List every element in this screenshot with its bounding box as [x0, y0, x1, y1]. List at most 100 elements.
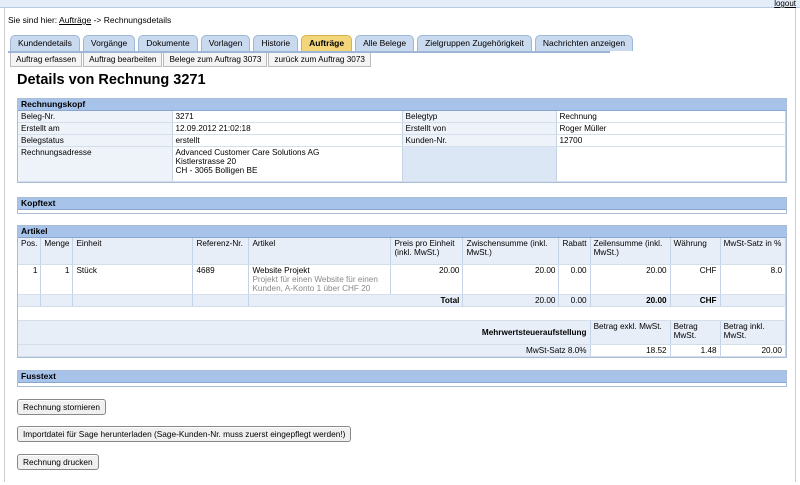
- empty-cell: [720, 294, 787, 307]
- cell-artikel: Website Projekt Projekt für einen Websit…: [248, 264, 392, 295]
- mwst-row-label: MwSt-Satz 8.0%: [18, 344, 591, 357]
- table-row: Rechnungsadresse Advanced Customer Care …: [18, 146, 786, 182]
- rechnung-drucken-button[interactable]: Rechnung drucken: [17, 454, 99, 470]
- cell-zeilensumme: 20.00: [590, 264, 671, 295]
- tab-auftraege[interactable]: Aufträge: [301, 35, 353, 51]
- subtab-auftrag-erfassen[interactable]: Auftrag erfassen: [10, 53, 83, 67]
- page-title: Details von Rechnung 3271: [17, 72, 206, 88]
- table-row: Beleg-Nr. 3271 Belegtyp Rechnung: [18, 111, 786, 123]
- table-row: 1 1 Stück 4689 Website Projekt Projekt f…: [18, 264, 787, 295]
- total-zwischensumme: 20.00: [462, 294, 560, 307]
- artikel-header: Artikel: [18, 226, 786, 238]
- table-row: Erstellt am 12.09.2012 21:02:18 Erstellt…: [18, 122, 786, 135]
- total-label: Total: [248, 294, 464, 307]
- artikel-beschreibung: Projekt für einen Website für einen Kund…: [252, 275, 378, 293]
- empty-cell: [402, 146, 557, 182]
- tab-vorgaenge[interactable]: Vorgänge: [82, 35, 136, 51]
- beleg-nr-label: Beleg-Nr.: [18, 111, 173, 123]
- rechnungskopf-header: Rechnungskopf: [18, 99, 786, 111]
- breadcrumb-prefix: Sie sind hier:: [8, 15, 58, 25]
- empty-cell: [192, 294, 250, 307]
- mwst-col-inkl: Betrag inkl. MwSt.: [720, 320, 787, 345]
- erstellt-am-label: Erstellt am: [18, 122, 173, 135]
- rechnungsadresse-value: Advanced Customer Care Solutions AG Kist…: [172, 146, 403, 182]
- artikel-section: Artikel Pos. Menge Einheit Referenz-Nr. …: [17, 225, 787, 358]
- rechnungskopf-section: Rechnungskopf Beleg-Nr. 3271 Belegtyp Re…: [17, 98, 787, 183]
- empty-cell: [556, 146, 786, 182]
- breadcrumb-separator: ->: [93, 15, 102, 25]
- artikel-name: Website Projekt: [252, 266, 310, 275]
- empty-cell: [18, 294, 42, 307]
- belegstatus-value: erstellt: [172, 134, 403, 147]
- col-rabatt: Rabatt: [558, 238, 591, 265]
- rechnungskopf-table: Beleg-Nr. 3271 Belegtyp Rechnung Erstell…: [18, 111, 786, 182]
- col-waehrung: Währung: [670, 238, 721, 265]
- empty-cell: [40, 294, 74, 307]
- cell-rabatt: 0.00: [558, 264, 591, 295]
- mwst-exkl: 18.52: [590, 344, 671, 357]
- cell-einheit: Stück: [72, 264, 194, 295]
- tab-zielgruppen[interactable]: Zielgruppen Zugehörigkeit: [417, 35, 532, 51]
- empty-cell: [72, 294, 194, 307]
- adresse-line-1: Advanced Customer Care Solutions AG: [175, 148, 320, 157]
- top-strip: [0, 0, 800, 8]
- cell-preis: 20.00: [390, 264, 464, 295]
- spacer-row: [18, 306, 786, 321]
- subtab-belege-zum-auftrag[interactable]: Belege zum Auftrag 3073: [163, 53, 268, 67]
- tab-historie[interactable]: Historie: [253, 35, 299, 51]
- kunden-nr-label: Kunden-Nr.: [402, 134, 557, 147]
- belegtyp-value: Rechnung: [556, 111, 786, 123]
- logout-link[interactable]: logout: [774, 0, 796, 8]
- belegtyp-label: Belegtyp: [402, 111, 557, 123]
- subtab-auftrag-bearbeiten[interactable]: Auftrag bearbeiten: [83, 53, 163, 67]
- erstellt-von-label: Erstellt von: [402, 122, 557, 135]
- mwst-col-exkl: Betrag exkl. MwSt.: [590, 320, 671, 345]
- mwst-col-betrag: Betrag MwSt.: [670, 320, 721, 345]
- breadcrumb-current: Rechnungsdetails: [103, 15, 172, 25]
- table-header-row: Pos. Menge Einheit Referenz-Nr. Artikel …: [18, 238, 787, 265]
- tab-nachrichten[interactable]: Nachrichten anzeigen: [534, 35, 634, 51]
- sage-import-download-button[interactable]: Importdatei für Sage herunterladen (Sage…: [17, 426, 352, 442]
- cell-waehrung: CHF: [670, 264, 721, 295]
- cell-referenz: 4689: [192, 264, 250, 295]
- col-zeilensumme: Zeilensumme (inkl. MwSt.): [590, 238, 671, 265]
- col-pos: Pos.: [18, 238, 42, 265]
- erstellt-von-value: Roger Müller: [556, 122, 786, 135]
- col-einheit: Einheit: [72, 238, 194, 265]
- tab-alle-belege[interactable]: Alle Belege: [355, 35, 415, 51]
- sub-tabs: Auftrag erfassen Auftrag bearbeiten Bele…: [10, 53, 372, 67]
- total-waehrung: CHF: [670, 294, 721, 307]
- empty-cell: [18, 306, 786, 321]
- tab-kundendetails[interactable]: Kundendetails: [10, 35, 80, 51]
- col-artikel: Artikel: [248, 238, 392, 265]
- breadcrumb-link-auftraege[interactable]: Aufträge: [59, 15, 91, 25]
- kunden-nr-value: 12700: [556, 134, 786, 147]
- total-zeilensumme: 20.00: [590, 294, 671, 307]
- col-zwischensumme: Zwischensumme (inkl. MwSt.): [462, 238, 560, 265]
- rechnung-stornieren-button[interactable]: Rechnung stornieren: [17, 399, 107, 415]
- beleg-nr-value: 3271: [172, 111, 403, 123]
- kopftext-section: Kopftext: [17, 197, 787, 214]
- tab-vorlagen[interactable]: Vorlagen: [200, 35, 251, 51]
- fusstext-header: Fusstext: [18, 371, 786, 383]
- col-mwst-satz: MwSt-Satz in %: [720, 238, 787, 265]
- mwst-betrag: 1.48: [670, 344, 721, 357]
- mwst-row: MwSt-Satz 8.0% 18.52 1.48 20.00: [18, 344, 787, 357]
- artikel-table: Pos. Menge Einheit Referenz-Nr. Artikel …: [18, 238, 787, 357]
- col-menge: Menge: [40, 238, 74, 265]
- total-row: Total 20.00 0.00 20.00 CHF: [18, 294, 787, 307]
- cell-menge: 1: [40, 264, 74, 295]
- fusstext-section: Fusstext: [17, 370, 787, 387]
- adresse-line-3: CH - 3065 Bolligen BE: [175, 166, 258, 175]
- belegstatus-label: Belegstatus: [18, 134, 173, 147]
- col-referenz: Referenz-Nr.: [192, 238, 250, 265]
- mwst-inkl: 20.00: [720, 344, 787, 357]
- kopftext-header: Kopftext: [18, 198, 786, 210]
- cell-zwischensumme: 20.00: [462, 264, 560, 295]
- tab-dokumente[interactable]: Dokumente: [138, 35, 198, 51]
- adresse-line-2: Kistlerstrasse 20: [175, 157, 237, 166]
- erstellt-am-value: 12.09.2012 21:02:18: [172, 122, 403, 135]
- breadcrumb: Sie sind hier: Aufträge -> Rechnungsdeta…: [8, 15, 171, 25]
- subtab-zurueck-zum-auftrag[interactable]: zurück zum Auftrag 3073: [268, 53, 371, 67]
- col-preis: Preis pro Einheit (inkl. MwSt.): [390, 238, 464, 265]
